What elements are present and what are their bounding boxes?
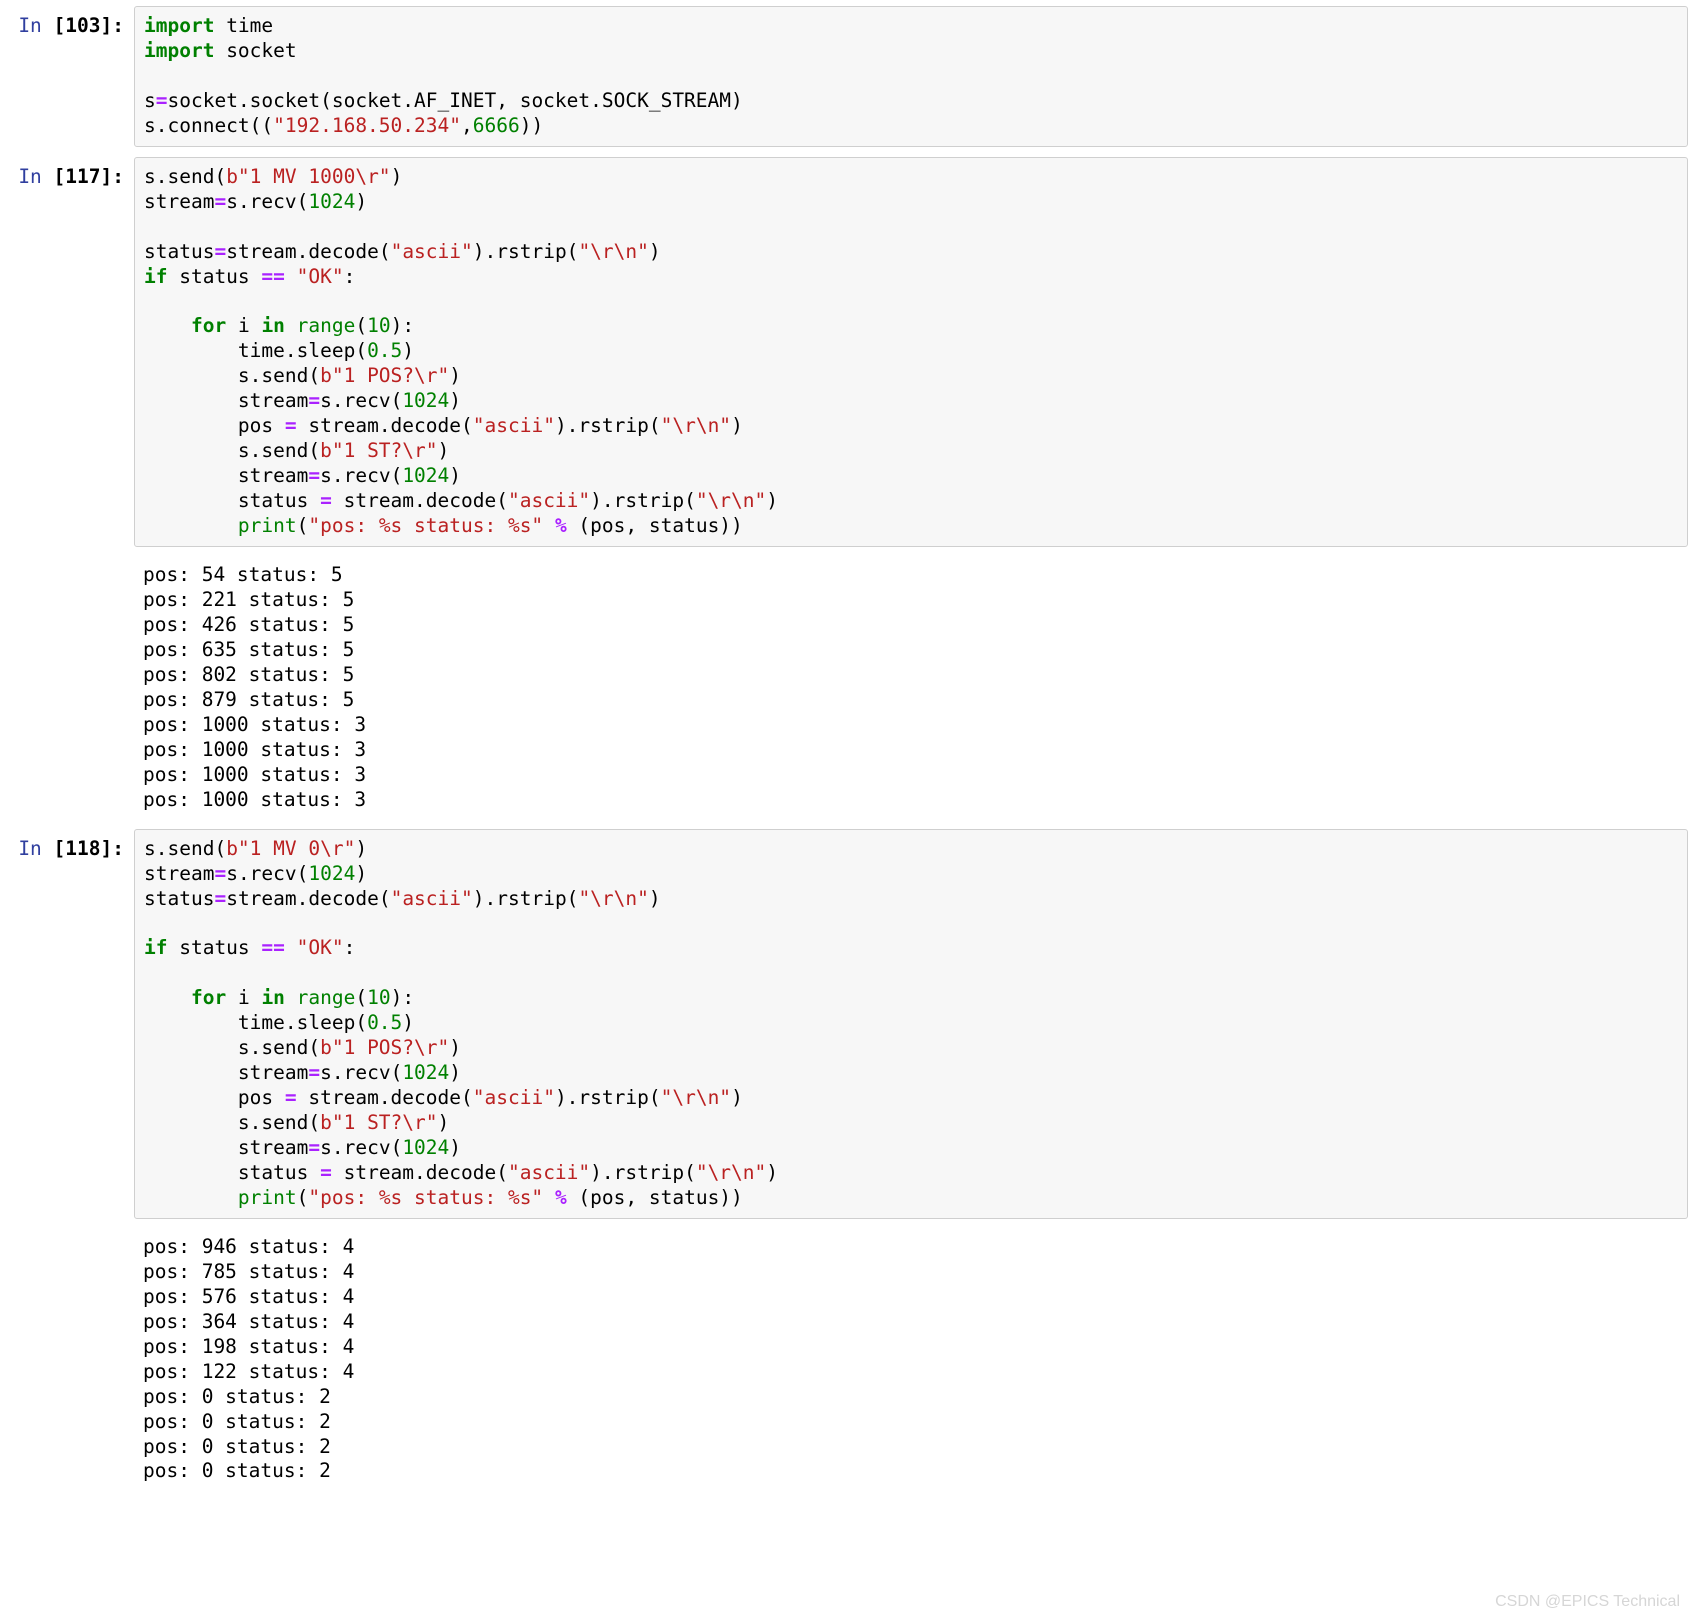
- notebook-container: In [103]: import time import socket s=soc…: [6, 6, 1688, 1486]
- cell-prompt: In [118]:: [6, 829, 134, 862]
- prompt-number: [117]:: [54, 165, 124, 188]
- code-source[interactable]: s.send(b"1 MV 0\r") stream=s.recv(1024) …: [144, 837, 1678, 1211]
- prompt-in-label: In: [18, 165, 53, 188]
- cell-prompt: In [117]:: [6, 157, 134, 190]
- watermark-text: CSDN @EPICS Technical: [1495, 1592, 1680, 1612]
- prompt-in-label: In: [18, 14, 53, 37]
- output-prompt-spacer: [6, 1229, 134, 1237]
- code-source[interactable]: s.send(b"1 MV 1000\r") stream=s.recv(102…: [144, 165, 1678, 539]
- cell-prompt: In [103]:: [6, 6, 134, 39]
- code-input-area[interactable]: s.send(b"1 MV 0\r") stream=s.recv(1024) …: [134, 829, 1688, 1219]
- output-row: pos: 54 status: 5 pos: 221 status: 5 pos…: [6, 557, 1688, 815]
- code-cell: In [117]: s.send(b"1 MV 1000\r") stream=s…: [6, 157, 1688, 547]
- output-area: pos: 54 status: 5 pos: 221 status: 5 pos…: [134, 557, 1688, 815]
- prompt-number: [103]:: [54, 14, 124, 37]
- output-prompt-spacer: [6, 557, 134, 565]
- output-area: pos: 946 status: 4 pos: 785 status: 4 po…: [134, 1229, 1688, 1487]
- output-text: pos: 946 status: 4 pos: 785 status: 4 po…: [143, 1235, 1679, 1485]
- code-input-area[interactable]: s.send(b"1 MV 1000\r") stream=s.recv(102…: [134, 157, 1688, 547]
- code-input-area[interactable]: import time import socket s=socket.socke…: [134, 6, 1688, 147]
- prompt-in-label: In: [18, 837, 53, 860]
- code-cell: In [103]: import time import socket s=soc…: [6, 6, 1688, 147]
- prompt-number: [118]:: [54, 837, 124, 860]
- output-text: pos: 54 status: 5 pos: 221 status: 5 pos…: [143, 563, 1679, 813]
- code-cell: In [118]: s.send(b"1 MV 0\r") stream=s.re…: [6, 829, 1688, 1219]
- output-row: pos: 946 status: 4 pos: 785 status: 4 po…: [6, 1229, 1688, 1487]
- code-source[interactable]: import time import socket s=socket.socke…: [144, 14, 1678, 139]
